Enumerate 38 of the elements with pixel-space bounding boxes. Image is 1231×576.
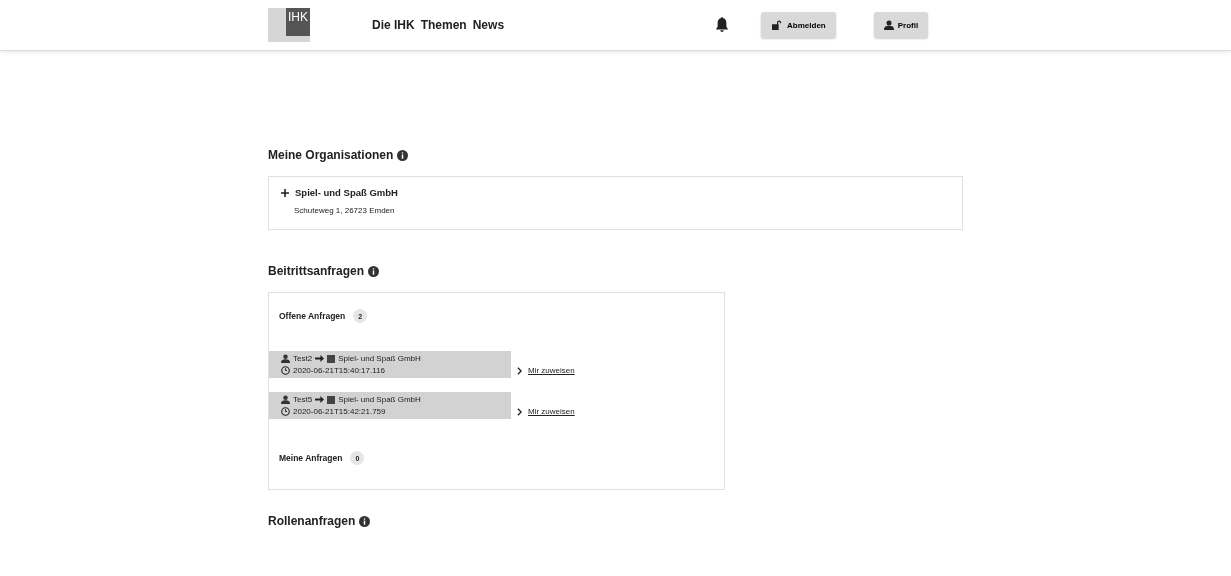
nav-link[interactable]: Themen	[420, 18, 467, 32]
info-icon[interactable]	[397, 149, 409, 161]
organisation-address: Schuteweg 1, 26723 Emden	[294, 206, 396, 215]
building-icon	[327, 354, 336, 363]
clock-icon	[281, 407, 290, 416]
subsection-title: Meine Anfragen	[279, 453, 343, 463]
header-button[interactable]: Profil	[873, 12, 929, 38]
info-icon[interactable]	[359, 515, 371, 527]
subsection-title: Offene Anfragen	[279, 311, 346, 321]
chevron-icon	[517, 407, 522, 416]
clock-icon	[281, 366, 290, 375]
organisation-name: Spiel- und Spaß GmbH	[295, 187, 398, 198]
chevron-icon	[517, 366, 522, 375]
arrow-icon	[315, 395, 325, 404]
section-title: Meine Organisationen	[268, 148, 394, 162]
building-icon	[327, 395, 336, 404]
request-user: Test5	[293, 395, 313, 404]
plus-icon[interactable]	[281, 188, 289, 197]
request-time: 2020-06-21T15:42:21.759	[293, 407, 386, 416]
user-icon	[281, 354, 290, 363]
user-icon	[883, 20, 894, 30]
arrow-icon	[315, 354, 325, 363]
lock-icon	[771, 20, 784, 30]
request-time: 2020-06-21T15:40:17.116	[293, 366, 385, 375]
section-title: Rollenanfragen	[268, 514, 356, 528]
info-icon[interactable]	[368, 265, 380, 277]
nav-link[interactable]: Die IHK	[372, 18, 415, 32]
logo[interactable]: IHK	[268, 8, 310, 42]
request-organisation: Spiel- und Spaß GmbH	[338, 354, 421, 363]
nav-link[interactable]: News	[472, 18, 505, 32]
header-button[interactable]: Abmelden	[761, 12, 836, 38]
request-user: Test2	[293, 354, 313, 363]
assign-link[interactable]: Mir zuweisen	[528, 366, 575, 375]
user-icon	[281, 395, 290, 404]
bell-icon[interactable]	[715, 17, 730, 33]
assign-link[interactable]: Mir zuweisen	[528, 407, 575, 416]
section-title: Beitrittsanfragen	[268, 264, 365, 278]
request-organisation: Spiel- und Spaß GmbH	[338, 395, 421, 404]
